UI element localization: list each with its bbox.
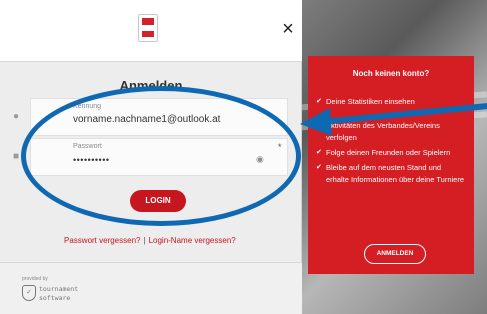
logo-icon [138,14,158,42]
info-panel-title: Noch keinen konto? [352,69,430,78]
highlight-ellipse [21,86,301,226]
brand-name-line2: software [39,294,71,302]
check-icon: ✔ [316,149,322,156]
link-separator: | [143,236,146,245]
forgot-password-link[interactable]: Passwort vergessen? [64,236,140,245]
pointer-arrow [300,103,487,136]
provided-by-label: provided by [22,276,48,282]
help-links: Passwort vergessen? | Login-Name vergessen… [64,236,236,245]
list-item: ✔ Folge deinen Freunden oder Spielern [316,148,451,157]
list-item: ✔ Bleibe auf dem neusten Stand und erhalt… [316,163,465,184]
user-icon: ● [13,111,20,122]
tournament-software-icon: ✓ [22,285,36,301]
close-button[interactable]: × [278,18,298,40]
brand-name-line1: tournament [39,285,79,293]
register-button[interactable]: ANMELDEN [364,244,426,264]
forgot-login-link[interactable]: Login-Name vergessen? [149,236,236,245]
signup-info-panel: Noch keinen konto? ✔ Deine Statistiken ei… [308,56,474,274]
modal-header: × [0,0,302,62]
check-icon: ✔ [316,164,322,171]
